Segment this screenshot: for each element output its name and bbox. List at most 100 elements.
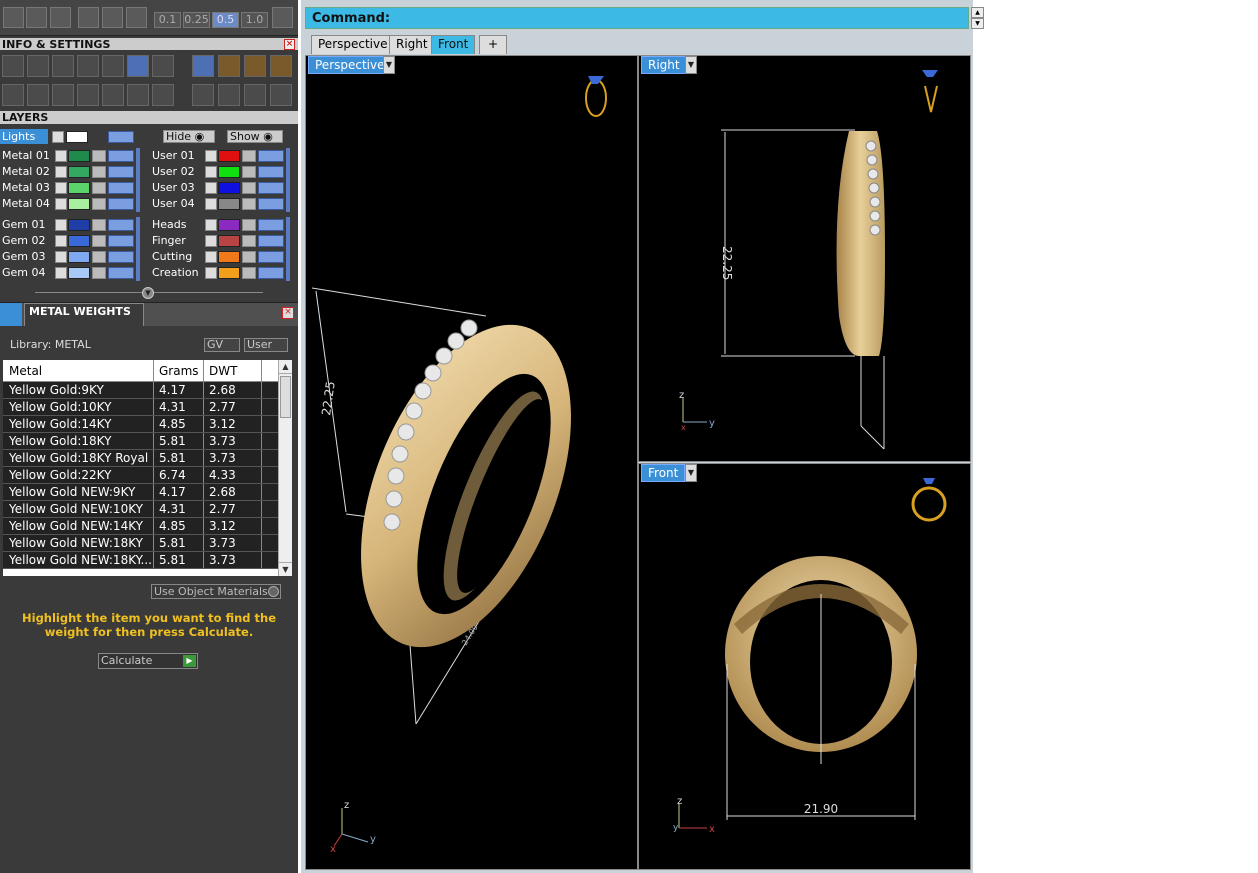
- zoom-0-1[interactable]: 0.1: [154, 12, 181, 28]
- layer-color-swatch[interactable]: [68, 251, 90, 263]
- lock-icon[interactable]: [242, 251, 256, 263]
- layer-visibility[interactable]: [108, 235, 134, 247]
- calculate-button[interactable]: Calculate ▶: [98, 653, 198, 669]
- lock-icon[interactable]: [242, 166, 256, 178]
- eye-icon[interactable]: [102, 7, 123, 28]
- group-scrollbar[interactable]: [136, 148, 140, 212]
- expand-arrow-icon[interactable]: [205, 150, 217, 162]
- table-row[interactable]: Yellow Gold NEW:18KY... 5.81 3.73: [3, 552, 292, 569]
- command-bar[interactable]: Command: ▲ ▼: [305, 7, 984, 29]
- rotate-icon[interactable]: [244, 84, 266, 106]
- tab-perspective[interactable]: Perspective: [311, 35, 395, 54]
- zoom-1-0[interactable]: 1.0: [241, 12, 268, 28]
- layer-color-swatch[interactable]: [218, 251, 240, 263]
- lock-icon[interactable]: [242, 219, 256, 231]
- layer-name[interactable]: Cutting: [152, 249, 192, 264]
- box-icon[interactable]: [77, 55, 99, 77]
- lock-icon[interactable]: [92, 267, 106, 279]
- add-tab-icon[interactable]: +: [479, 35, 507, 54]
- expand-arrow-icon[interactable]: [55, 166, 67, 178]
- layer-visibility[interactable]: [108, 219, 134, 231]
- layer-color-swatch[interactable]: [68, 235, 90, 247]
- expand-arrow-icon[interactable]: [55, 219, 67, 231]
- tab-front[interactable]: Front: [431, 35, 476, 54]
- scale-icon[interactable]: [218, 84, 240, 106]
- lock-icon[interactable]: [92, 251, 106, 263]
- layer-visibility[interactable]: [258, 182, 284, 194]
- filter-icon[interactable]: [102, 84, 124, 106]
- monitor-icon[interactable]: [27, 84, 49, 106]
- layer-name[interactable]: Metal 03: [2, 180, 50, 195]
- layer-name[interactable]: Gem 01: [2, 217, 46, 232]
- layer-color-swatch[interactable]: [218, 182, 240, 194]
- collapse-icon[interactable]: ▼: [142, 287, 154, 299]
- layer-name[interactable]: Finger: [152, 233, 186, 248]
- lock-icon[interactable]: [242, 235, 256, 247]
- table-row[interactable]: Yellow Gold:18KY Royal 5.81 3.73: [3, 450, 292, 467]
- table-row[interactable]: Yellow Gold NEW:14KY 4.85 3.12: [3, 518, 292, 535]
- expand-arrow-icon[interactable]: [205, 182, 217, 194]
- user-toggle[interactable]: User: [244, 338, 288, 352]
- lock-icon[interactable]: [92, 150, 106, 162]
- grid-view-icon[interactable]: [2, 84, 24, 106]
- layer-color-swatch[interactable]: [218, 219, 240, 231]
- layer-color-swatch[interactable]: [218, 267, 240, 279]
- table-row[interactable]: Yellow Gold:18KY 5.81 3.73: [3, 433, 292, 450]
- front-viewport[interactable]: Front ▼ 21.90 z x y: [638, 463, 971, 870]
- viewports-icon[interactable]: [3, 7, 24, 28]
- table-scrollbar[interactable]: ▲ ▼: [278, 360, 292, 576]
- layer-name[interactable]: Heads: [152, 217, 187, 232]
- layer-visibility[interactable]: [108, 198, 134, 210]
- layer-visibility[interactable]: [108, 267, 134, 279]
- scroll-down-icon[interactable]: ▼: [971, 18, 984, 29]
- expand-arrow-icon[interactable]: [55, 251, 67, 263]
- use-object-materials-toggle[interactable]: Use Object Materials: [151, 584, 281, 599]
- align-icon[interactable]: [270, 84, 292, 106]
- expand-arrow-icon[interactable]: [55, 182, 67, 194]
- layer-visibility[interactable]: [108, 166, 134, 178]
- render-icon[interactable]: [126, 7, 147, 28]
- layer-name[interactable]: User 03: [152, 180, 195, 195]
- hide-button[interactable]: Hide ◉: [163, 130, 215, 143]
- layer-name[interactable]: Gem 04: [2, 265, 46, 280]
- lock-icon[interactable]: [242, 198, 256, 210]
- lock-icon[interactable]: [92, 166, 106, 178]
- points-icon[interactable]: [127, 84, 149, 106]
- col-metal[interactable]: Metal: [3, 360, 154, 381]
- edit-icon[interactable]: [127, 55, 149, 77]
- zoom-0-25[interactable]: 0.25: [183, 12, 210, 28]
- copy-icon[interactable]: [244, 55, 266, 77]
- wire-cube-icon[interactable]: [52, 84, 74, 106]
- zoom-0-5[interactable]: 0.5: [212, 12, 239, 28]
- expand-arrow-icon[interactable]: [205, 198, 217, 210]
- expand-arrow-icon[interactable]: [55, 198, 67, 210]
- grid-icon[interactable]: [272, 7, 293, 28]
- layer-visibility[interactable]: [108, 251, 134, 263]
- layer-color-swatch[interactable]: [68, 198, 90, 210]
- lights-label[interactable]: Lights: [0, 129, 48, 144]
- expand-arrow-icon[interactable]: [205, 251, 217, 263]
- layer-name[interactable]: Metal 02: [2, 164, 50, 179]
- lights-swatch[interactable]: [66, 131, 88, 143]
- book-icon[interactable]: [77, 84, 99, 106]
- metal-weights-tab[interactable]: METAL WEIGHTS: [24, 303, 144, 327]
- layer-color-swatch[interactable]: [218, 166, 240, 178]
- perspective-viewport[interactable]: Perspective ▼ 22.25 24.09 z y x: [305, 55, 638, 870]
- lock-icon[interactable]: [242, 182, 256, 194]
- table-row[interactable]: Yellow Gold NEW:10KY 4.31 2.77: [3, 501, 292, 518]
- layer-visibility[interactable]: [258, 251, 284, 263]
- layer-color-swatch[interactable]: [68, 182, 90, 194]
- cube-icon[interactable]: [26, 7, 47, 28]
- table-row[interactable]: Yellow Gold:9KY 4.17 2.68: [3, 382, 292, 399]
- layer-visibility[interactable]: [258, 235, 284, 247]
- show-button[interactable]: Show ◉: [227, 130, 283, 143]
- lock-icon[interactable]: [242, 267, 256, 279]
- zoom-icon[interactable]: [27, 55, 49, 77]
- transform-icon[interactable]: [192, 84, 214, 106]
- close-icon[interactable]: ×: [282, 307, 294, 319]
- layer-visibility[interactable]: [258, 198, 284, 210]
- gv-toggle[interactable]: GV: [204, 338, 240, 352]
- layer-color-swatch[interactable]: [218, 198, 240, 210]
- layer-visibility[interactable]: [258, 219, 284, 231]
- layer-name[interactable]: User 04: [152, 196, 195, 211]
